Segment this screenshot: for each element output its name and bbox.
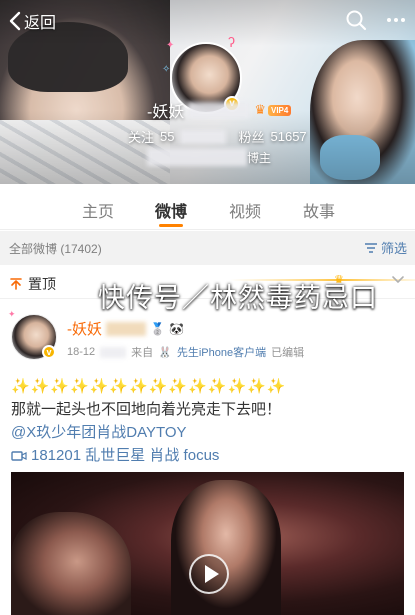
followers-count[interactable]: 51657 [271, 129, 307, 144]
sparkle-decoration: ✧ [162, 64, 171, 75]
verified-badge-icon: v [42, 345, 56, 359]
sparkle-decoration: ʔ [228, 34, 235, 50]
filter-bar: 全部微博 (17402) 筛选 [0, 231, 415, 265]
tab-story[interactable]: 故事 [303, 198, 335, 222]
weibo-post[interactable]: ✦ v -妖妖 🥈 🐼 18-12 来自 🐰 先生iPhone客户端 已编辑 ✨… [0, 300, 415, 615]
followers-label[interactable]: 粉丝 [238, 127, 264, 146]
vip-badge[interactable]: ♛ VIP4 [254, 102, 292, 118]
crown-icon: ♛ [254, 102, 266, 117]
video-frame-person [171, 480, 281, 615]
search-icon[interactable] [345, 9, 367, 31]
post-author-name[interactable]: -妖妖 [67, 318, 102, 339]
tab-weibo[interactable]: 微博 [155, 198, 187, 222]
redacted-text [180, 129, 227, 144]
redacted-text [188, 102, 251, 118]
pinned-label: 置顶 [28, 276, 56, 292]
redacted-text [100, 346, 127, 358]
mention-link[interactable]: @X玖少年团肖战DAYTOY [11, 424, 187, 441]
medal-icon: 🥈 [150, 321, 165, 336]
post-body: ✨✨✨✨✨✨✨✨✨✨✨✨✨✨ 那就一起头也不回地向着光亮走下去吧！ @X玖少年团… [11, 375, 406, 467]
filter-button[interactable]: 筛选 [364, 238, 407, 257]
profile-header: 返回 ✦ ʔ ✧ v -妖妖 ♛ VIP4 关注 55 粉丝 51657 [0, 0, 415, 184]
following-label[interactable]: 关注 [128, 127, 154, 146]
video-link[interactable]: 181201 乱世巨星 肖战 focus [11, 444, 406, 467]
back-button[interactable]: 返回 [8, 10, 56, 32]
filter-label: 筛选 [380, 241, 407, 256]
post-edited: 已编辑 [271, 347, 305, 359]
watermark-text: 快传号／林然毒药忌口 [98, 283, 378, 313]
post-source-prefix: 来自 [131, 347, 154, 359]
profile-description: 博主 [247, 150, 272, 165]
chevron-left-icon [9, 11, 21, 31]
sparkles-emoji-line: ✨✨✨✨✨✨✨✨✨✨✨✨✨✨ [11, 378, 287, 395]
pin-icon [10, 278, 22, 290]
filter-icon [364, 242, 377, 253]
video-camera-icon [11, 450, 27, 461]
tab-video[interactable]: 视频 [229, 198, 261, 222]
post-text-line: 那就一起头也不回地向着光亮走下去吧！ [11, 401, 282, 418]
redacted-text [147, 148, 247, 166]
active-tab-indicator [159, 224, 183, 227]
post-source[interactable]: 先生iPhone客户端 [177, 344, 266, 360]
play-icon[interactable] [189, 554, 229, 594]
post-author-avatar[interactable]: ✦ v [8, 309, 57, 360]
panda-icon: 🐼 [168, 321, 184, 336]
more-icon[interactable] [385, 9, 407, 31]
following-count[interactable]: 55 [160, 129, 174, 144]
profile-nickname: -妖妖 [147, 104, 185, 121]
video-link-text: 181201 乱世巨星 肖战 focus [31, 447, 220, 464]
sparkle-decoration: ✦ [8, 309, 16, 319]
weibo-count: 全部微博 (17402) [9, 242, 102, 256]
tab-home[interactable]: 主页 [82, 198, 114, 222]
profile-tabs: 主页 微博 视频 故事 [0, 184, 415, 230]
video-thumbnail[interactable] [11, 472, 404, 615]
vip-label: VIP4 [268, 104, 292, 116]
video-frame-person [11, 512, 131, 615]
redacted-text [106, 321, 146, 336]
post-date: 18-12 [67, 346, 96, 358]
sparkle-decoration: ✦ [166, 40, 175, 51]
chevron-down-icon[interactable] [391, 275, 405, 285]
back-label: 返回 [24, 15, 57, 32]
rabbit-icon: 🐰 [158, 346, 172, 359]
